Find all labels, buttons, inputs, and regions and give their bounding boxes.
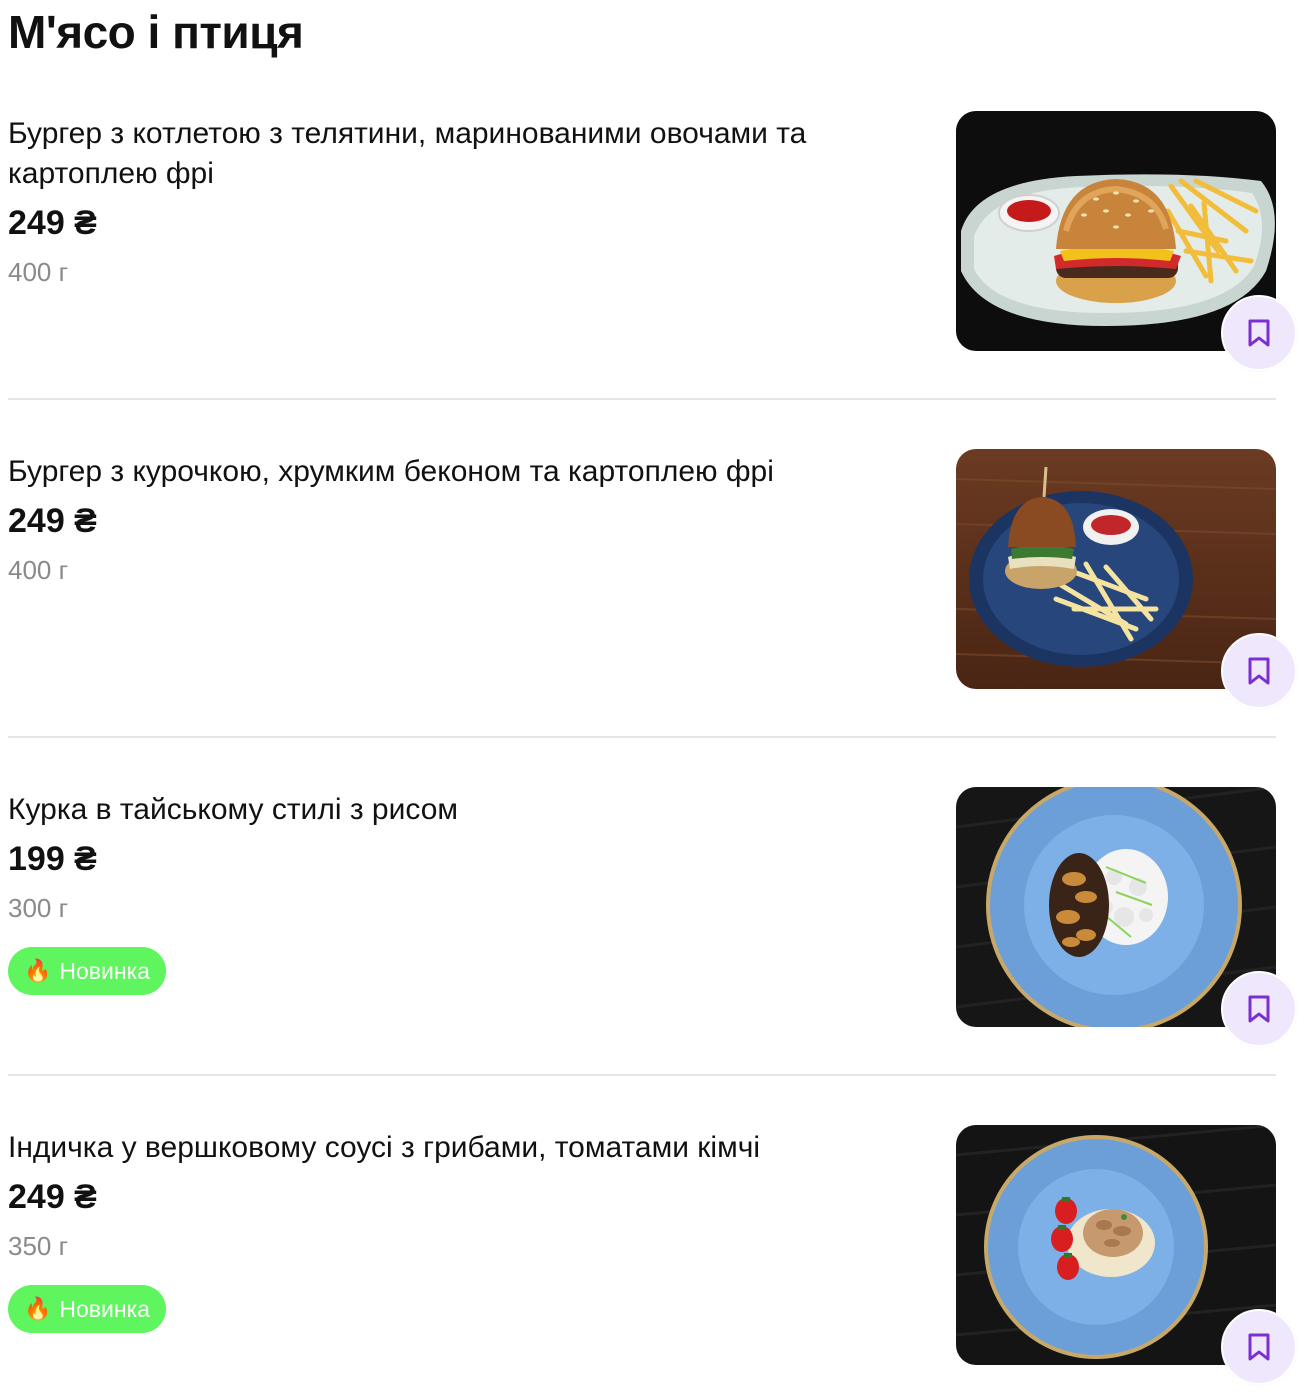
- badge-label: Новинка: [59, 1295, 150, 1322]
- bookmark-icon: [1248, 657, 1270, 685]
- item-name[interactable]: Індичка у вершковому соусі з грибами, то…: [8, 1128, 908, 1168]
- item-weight: 350 г: [8, 1231, 69, 1261]
- bookmark-button[interactable]: [1221, 971, 1297, 1047]
- item-info: Бургер з котлетою з телятини, мариновани…: [8, 111, 908, 287]
- menu-item[interactable]: Бургер з котлетою з телятини, мариновани…: [8, 111, 1298, 371]
- item-name[interactable]: Бургер з курочкою, хрумким беконом та ка…: [8, 452, 908, 492]
- new-badge: 🔥 Новинка: [8, 1285, 166, 1333]
- bookmark-icon: [1248, 995, 1270, 1023]
- section-title: М'ясо і птиця: [8, 6, 304, 58]
- item-price: 199 ₴: [8, 840, 97, 878]
- new-badge: 🔥 Новинка: [8, 947, 166, 995]
- item-weight: 300 г: [8, 893, 69, 923]
- divider: [8, 1074, 1276, 1076]
- item-price: 249 ₴: [8, 502, 97, 540]
- bookmark-button[interactable]: [1221, 1309, 1297, 1385]
- fire-icon: 🔥: [24, 958, 52, 983]
- item-info: Індичка у вершковому соусі з грибами, то…: [8, 1125, 908, 1333]
- bookmark-button[interactable]: [1221, 295, 1297, 371]
- bookmark-button[interactable]: [1221, 633, 1297, 709]
- item-price: 249 ₴: [8, 204, 97, 242]
- bookmark-icon: [1248, 319, 1270, 347]
- item-weight: 400 г: [8, 257, 69, 287]
- divider: [8, 736, 1276, 738]
- menu-item[interactable]: Індичка у вершковому соусі з грибами, то…: [8, 1125, 1298, 1385]
- item-name[interactable]: Бургер з котлетою з телятини, мариновани…: [8, 114, 908, 194]
- fire-icon: 🔥: [24, 1296, 52, 1321]
- menu-item[interactable]: Курка в тайському стилі з рисом 199 ₴ 30…: [8, 787, 1298, 1047]
- item-info: Курка в тайському стилі з рисом 199 ₴ 30…: [8, 787, 908, 995]
- divider: [8, 398, 1276, 400]
- item-price: 249 ₴: [8, 1178, 97, 1216]
- item-name[interactable]: Курка в тайському стилі з рисом: [8, 790, 908, 830]
- badge-label: Новинка: [59, 957, 150, 984]
- menu-item[interactable]: Бургер з курочкою, хрумким беконом та ка…: [8, 449, 1298, 709]
- bookmark-icon: [1248, 1333, 1270, 1361]
- item-weight: 400 г: [8, 555, 69, 585]
- item-info: Бургер з курочкою, хрумким беконом та ка…: [8, 449, 908, 585]
